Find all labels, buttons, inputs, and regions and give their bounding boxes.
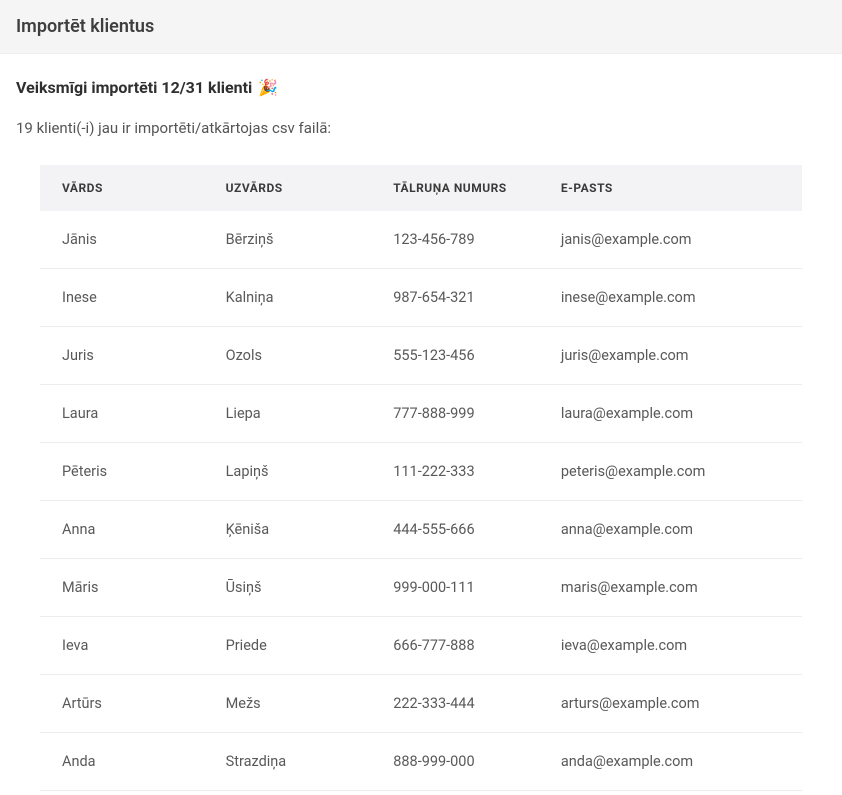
cell-last-name: Mežs (208, 675, 376, 733)
cell-last-name: Priede (208, 617, 376, 675)
import-duplicates-text: 19 klienti(-i) jau ir importēti/atkārtoj… (16, 119, 826, 137)
page-title: Importēt klientus (16, 16, 826, 37)
cell-phone: 444-555-666 (375, 501, 543, 559)
cell-first-name: Laura (40, 385, 208, 443)
cell-email: ieva@example.com (543, 617, 802, 675)
cell-first-name: Anda (40, 733, 208, 791)
table-row: JānisBērziņš123-456-789janis@example.com (40, 211, 802, 269)
duplicates-table: VĀRDS UZVĀRDS TĀLRUŅA NUMURS E-PASTS Jān… (40, 165, 802, 791)
table-row: LauraLiepa777-888-999laura@example.com (40, 385, 802, 443)
cell-email: juris@example.com (543, 327, 802, 385)
page-header: Importēt klientus (0, 0, 842, 54)
cell-first-name: Jānis (40, 211, 208, 269)
cell-last-name: Bērziņš (208, 211, 376, 269)
import-success-text: Veiksmīgi importēti 12/31 klienti (16, 78, 252, 97)
col-header-first-name: VĀRDS (40, 165, 208, 211)
cell-phone: 111-222-333 (375, 443, 543, 501)
cell-phone: 555-123-456 (375, 327, 543, 385)
table-row: MārisŪsiņš999-000-111maris@example.com (40, 559, 802, 617)
cell-last-name: Ķēniša (208, 501, 376, 559)
cell-first-name: Juris (40, 327, 208, 385)
cell-last-name: Liepa (208, 385, 376, 443)
cell-phone: 777-888-999 (375, 385, 543, 443)
cell-last-name: Lapiņš (208, 443, 376, 501)
cell-email: maris@example.com (543, 559, 802, 617)
cell-phone: 987-654-321 (375, 269, 543, 327)
cell-email: anda@example.com (543, 733, 802, 791)
table-row: JurisOzols555-123-456juris@example.com (40, 327, 802, 385)
table-row: IneseKalniņa987-654-321inese@example.com (40, 269, 802, 327)
cell-first-name: Inese (40, 269, 208, 327)
col-header-phone: TĀLRUŅA NUMURS (375, 165, 543, 211)
table-row: PēterisLapiņš111-222-333peteris@example.… (40, 443, 802, 501)
cell-last-name: Strazdiņa (208, 733, 376, 791)
cell-last-name: Ozols (208, 327, 376, 385)
cell-phone: 999-000-111 (375, 559, 543, 617)
cell-phone: 123-456-789 (375, 211, 543, 269)
cell-email: anna@example.com (543, 501, 802, 559)
cell-first-name: Māris (40, 559, 208, 617)
col-header-last-name: UZVĀRDS (208, 165, 376, 211)
table-row: IevaPriede666-777-888ieva@example.com (40, 617, 802, 675)
content: Veiksmīgi importēti 12/31 klienti 🎉 19 k… (0, 54, 842, 791)
cell-email: peteris@example.com (543, 443, 802, 501)
cell-phone: 222-333-444 (375, 675, 543, 733)
cell-first-name: Anna (40, 501, 208, 559)
duplicates-table-wrap: VĀRDS UZVĀRDS TĀLRUŅA NUMURS E-PASTS Jān… (16, 165, 826, 791)
cell-email: inese@example.com (543, 269, 802, 327)
cell-email: janis@example.com (543, 211, 802, 269)
table-row: AndaStrazdiņa888-999-000anda@example.com (40, 733, 802, 791)
table-row: AnnaĶēniša444-555-666anna@example.com (40, 501, 802, 559)
cell-last-name: Kalniņa (208, 269, 376, 327)
cell-phone: 666-777-888 (375, 617, 543, 675)
cell-phone: 888-999-000 (375, 733, 543, 791)
cell-first-name: Ieva (40, 617, 208, 675)
cell-email: arturs@example.com (543, 675, 802, 733)
col-header-email: E-PASTS (543, 165, 802, 211)
party-popper-icon: 🎉 (258, 78, 278, 97)
cell-last-name: Ūsiņš (208, 559, 376, 617)
table-header-row: VĀRDS UZVĀRDS TĀLRUŅA NUMURS E-PASTS (40, 165, 802, 211)
cell-email: laura@example.com (543, 385, 802, 443)
cell-first-name: Pēteris (40, 443, 208, 501)
cell-first-name: Artūrs (40, 675, 208, 733)
import-success-line: Veiksmīgi importēti 12/31 klienti 🎉 (16, 78, 826, 97)
table-row: ArtūrsMežs222-333-444arturs@example.com (40, 675, 802, 733)
